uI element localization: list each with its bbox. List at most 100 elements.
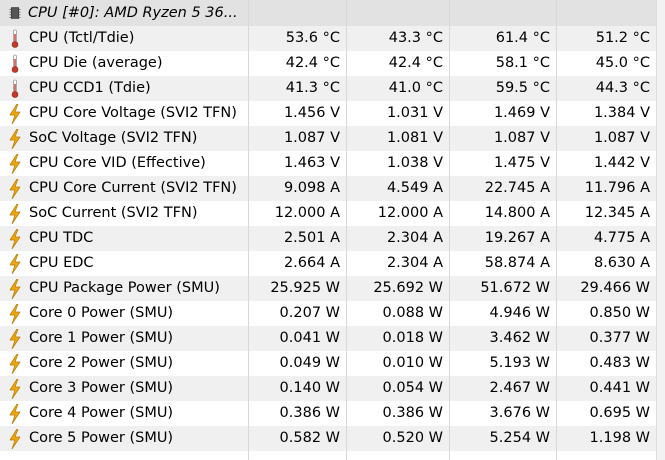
average-value: 11.796 A [584,180,650,196]
sensor-name-cell: CPU Core VID (Effective) [0,151,248,176]
sensor-row[interactable]: Core 3 Power (SMU) 0.140 W 0.054 W 2.467 W 0… [0,376,665,401]
sensor-name: SoC Voltage (SVI2 TFN) [29,130,198,146]
maximum-value: 22.745 A [484,180,550,196]
minimum-value: 0.520 W [382,430,443,446]
current-value: 0.140 W [279,380,340,396]
sensor-row[interactable]: SoC Current (SVI2 TFN) 12.000 A 12.000 A 14… [0,201,665,226]
maximum-value: 19.267 A [484,230,550,246]
minimum-value: 25.692 W [373,280,443,296]
average-value: 44.3 °C [595,80,650,96]
average-value: 0.850 W [589,305,650,321]
lightning-icon [9,429,21,449]
current-value: 0.386 W [279,405,340,421]
maximum-value: 58.874 A [484,255,550,271]
sensor-name: SoC Current (SVI2 TFN) [29,205,198,221]
current-value: 2.664 A [283,255,340,271]
maximum-value: 1.469 V [493,105,550,121]
lightning-icon [9,154,21,174]
sensor-name: Core 4 Power (SMU) [29,405,174,421]
average-value: 8.630 A [593,255,650,271]
sensor-row[interactable]: Core 0 Power (SMU) 0.207 W 0.088 W 4.946 W 0… [0,301,665,326]
average-value: 0.483 W [589,355,650,371]
average-value: 29.466 W [580,280,650,296]
sensor-row[interactable]: CPU Core Voltage (SVI2 TFN) 1.456 V 1.031 … [0,101,665,126]
minimum-value: 12.000 A [377,205,443,221]
sensor-row[interactable]: CPU Core VID (Effective) 1.463 V 1.038 V 1.… [0,151,665,176]
minimum-value: 0.018 W [382,330,443,346]
lightning-icon [9,129,21,149]
average-value: 1.087 V [593,130,650,146]
group-name-cell: CPU [#0]: AMD Ryzen 5 36... [0,0,248,26]
current-value: 0.207 W [279,305,340,321]
lightning-icon [9,229,21,249]
lightning-icon [9,279,21,299]
sensor-row[interactable]: Core 1 Power (SMU) 0.041 W 0.018 W 3.462 W 0… [0,326,665,351]
lightning-icon [9,354,21,374]
sensor-name: Core 3 Power (SMU) [29,380,174,396]
sensor-group-header[interactable]: CPU [#0]: AMD Ryzen 5 36... [0,0,665,26]
maximum-value: 2.467 W [489,380,550,396]
average-value: 1.384 V [593,105,650,121]
lightning-icon [9,404,21,424]
minimum-value: 41.0 °C [388,80,443,96]
current-value: 0.049 W [279,355,340,371]
column-separator [248,0,249,460]
lightning-icon [9,179,21,199]
thermometer-icon [11,29,19,48]
sensor-row[interactable]: CPU (Tctl/Tdie) 53.6 °C 43.3 °C 61.4 °C 51.2… [0,26,665,51]
current-value: 2.501 A [283,230,340,246]
sensor-row[interactable]: CPU Core Current (SVI2 TFN) 9.098 A 4.549 … [0,176,665,201]
current-value: 1.087 V [283,130,340,146]
minimum-value: 0.054 W [382,380,443,396]
sensor-name: Core 1 Power (SMU) [29,330,174,346]
sensor-row[interactable]: CPU EDC 2.664 A 2.304 A 58.874 A 8.630 A [0,251,665,276]
sensor-name-cell: SoC Current (SVI2 TFN) [0,201,248,226]
current-value: 25.925 W [270,280,340,296]
sensor-row[interactable]: CPU Die (average) 42.4 °C 42.4 °C 58.1 °C 45… [0,51,665,76]
average-value: 1.442 V [593,155,650,171]
maximum-value: 61.4 °C [495,30,550,46]
maximum-value: 1.475 V [493,155,550,171]
maximum-value: 4.946 W [489,305,550,321]
sensor-name-cell: CPU EDC [0,251,248,276]
maximum-value: 3.676 W [489,405,550,421]
sensor-name: CPU EDC [29,255,94,271]
current-value: 42.4 °C [285,55,340,71]
sensor-name: Core 0 Power (SMU) [29,305,174,321]
sensor-row[interactable]: Core 2 Power (SMU) 0.049 W 0.010 W 5.193 W 0… [0,351,665,376]
maximum-value: 1.087 V [493,130,550,146]
sensor-name-cell: Core 5 Power (SMU) [0,426,248,451]
current-value: 0.041 W [279,330,340,346]
sensor-row[interactable]: SoC Voltage (SVI2 TFN) 1.087 V 1.081 V 1.08… [0,126,665,151]
thermometer-icon [11,54,19,73]
sensor-name-cell: Core 2 Power (SMU) [0,351,248,376]
thermometer-icon [11,79,19,98]
current-value: 0.582 W [279,430,340,446]
sensor-row[interactable]: Core 4 Power (SMU) 0.386 W 0.386 W 3.676 W 0… [0,401,665,426]
minimum-value: 1.081 V [386,130,443,146]
sensor-row[interactable]: Core 5 Power (SMU) 0.582 W 0.520 W 5.254 W 1… [0,426,665,451]
minimum-value: 1.031 V [386,105,443,121]
sensor-name: Core 5 Power (SMU) [29,430,174,446]
vertical-scrollbar[interactable] [656,0,665,460]
sensor-name: CPU Core Current (SVI2 TFN) [29,180,237,196]
lightning-icon [9,104,21,124]
average-value: 0.695 W [589,405,650,421]
maximum-value: 3.462 W [489,330,550,346]
maximum-value: 51.672 W [480,280,550,296]
sensor-row[interactable]: CPU CCD1 (Tdie) 41.3 °C 41.0 °C 59.5 °C 44.3… [0,76,665,101]
sensor-row[interactable]: CPU Package Power (SMU) 25.925 W 25.692 W 5… [0,276,665,301]
minimum-value: 42.4 °C [388,55,443,71]
average-value: 45.0 °C [595,55,650,71]
sensor-name: CPU Die (average) [29,55,163,71]
average-value: 12.345 A [584,205,650,221]
chip-icon [9,7,21,19]
sensor-row[interactable]: CPU TDC 2.501 A 2.304 A 19.267 A 4.775 A [0,226,665,251]
sensor-name: CPU Package Power (SMU) [29,280,220,296]
sensor-name-cell: Core 3 Power (SMU) [0,376,248,401]
sensor-name-cell: CPU CCD1 (Tdie) [0,76,248,101]
sensor-name: CPU TDC [29,230,94,246]
lightning-icon [9,329,21,349]
maximum-value: 58.1 °C [495,55,550,71]
average-value: 51.2 °C [595,30,650,46]
